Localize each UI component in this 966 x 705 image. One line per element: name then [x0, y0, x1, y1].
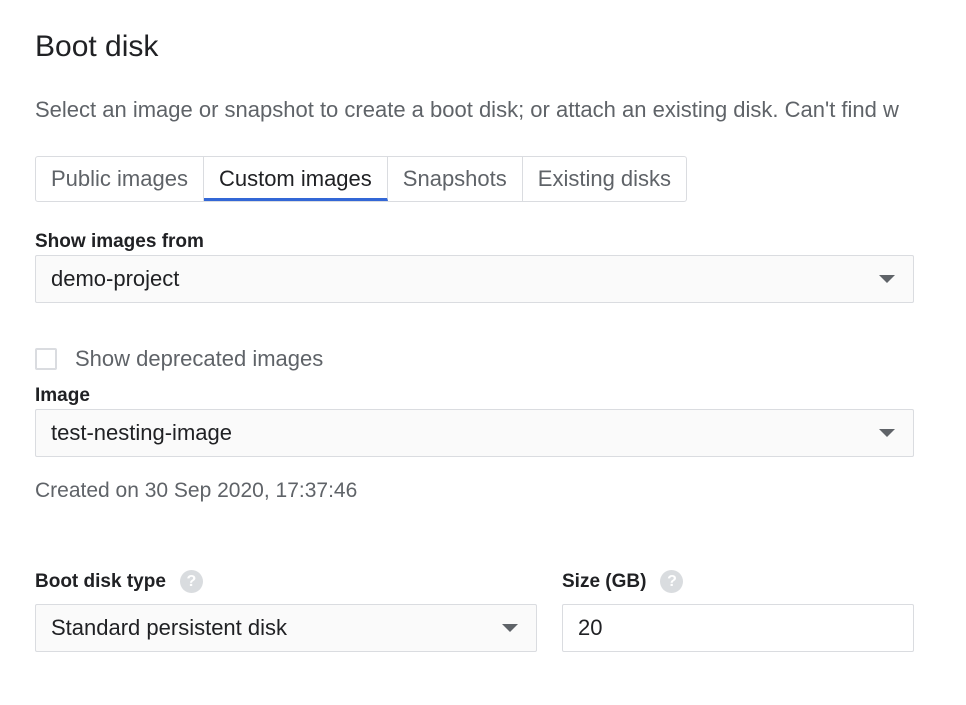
- image-created-date: Created on 30 Sep 2020, 17:37:46: [35, 479, 358, 502]
- size-input[interactable]: [562, 604, 914, 652]
- tab-custom-images[interactable]: Custom images: [203, 157, 388, 201]
- help-icon[interactable]: ?: [179, 570, 203, 593]
- show-images-from-value: demo-project: [51, 266, 180, 291]
- show-deprecated-row[interactable]: Show deprecated images: [35, 346, 323, 372]
- dropdown-arrow-icon: [879, 275, 895, 283]
- boot-disk-type-label: Boot disk type: [35, 570, 166, 592]
- boot-disk-type-select[interactable]: Standard persistent disk: [35, 604, 537, 652]
- boot-disk-type-label-row: Boot disk type ?: [35, 570, 203, 593]
- image-value: test-nesting-image: [51, 420, 232, 445]
- image-source-tabs: Public images Custom images Snapshots Ex…: [35, 156, 688, 202]
- show-deprecated-checkbox[interactable]: [35, 348, 57, 370]
- image-label: Image: [35, 385, 90, 406]
- image-select[interactable]: test-nesting-image: [35, 409, 914, 457]
- show-deprecated-label: Show deprecated images: [75, 346, 324, 371]
- help-icon[interactable]: ?: [660, 570, 684, 593]
- dropdown-arrow-icon: [502, 624, 518, 632]
- show-images-from-label: Show images from: [35, 231, 204, 252]
- dropdown-arrow-icon: [879, 429, 895, 437]
- tab-existing-disks[interactable]: Existing disks: [523, 157, 686, 201]
- page-title: Boot disk: [35, 30, 159, 63]
- tab-snapshots[interactable]: Snapshots: [388, 157, 523, 201]
- tab-public-images[interactable]: Public images: [36, 157, 204, 201]
- show-images-from-select[interactable]: demo-project: [35, 255, 914, 303]
- size-label-row: Size (GB) ?: [562, 570, 684, 593]
- boot-disk-type-value: Standard persistent disk: [51, 615, 288, 640]
- size-label: Size (GB): [562, 570, 647, 592]
- boot-disk-description: Select an image or snapshot to create a …: [35, 97, 899, 122]
